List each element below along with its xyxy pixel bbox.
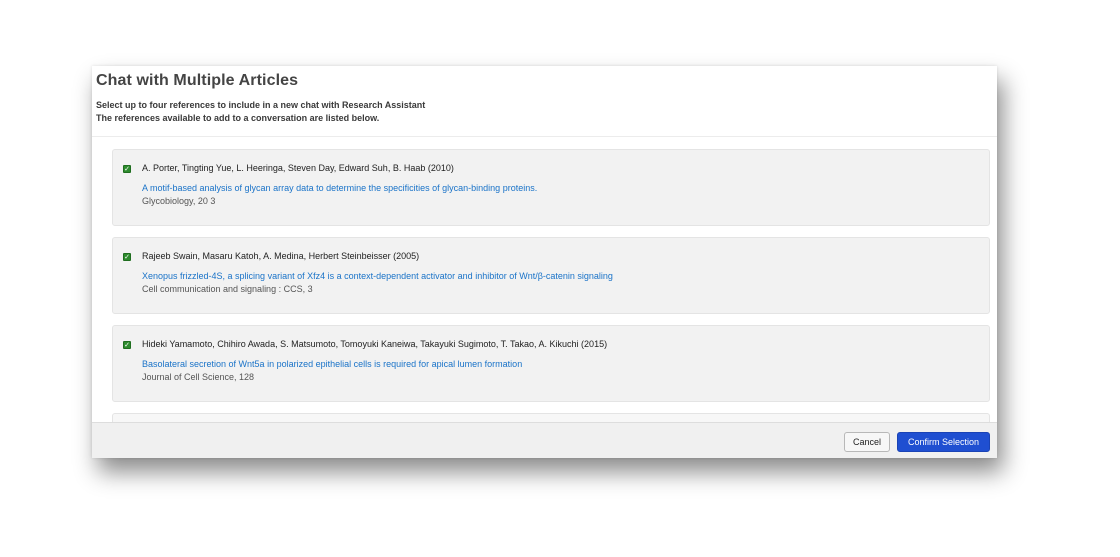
dialog-subtitle-line-1: Select up to four references to include … <box>96 100 426 110</box>
reference-card-partial <box>112 413 990 422</box>
reference-card: ✓ A. Porter, Tingting Yue, L. Heeringa, … <box>112 149 990 226</box>
chat-multiple-articles-dialog: Chat with Multiple Articles Select up to… <box>92 66 997 458</box>
reference-journal: Cell communication and signaling : CCS, … <box>142 284 313 294</box>
reference-authors: A. Porter, Tingting Yue, L. Heeringa, St… <box>142 163 454 173</box>
dialog-subtitle: Select up to four references to include … <box>96 99 425 125</box>
reference-title-link[interactable]: Xenopus frizzled-4S, a splicing variant … <box>142 271 613 281</box>
reference-checkbox[interactable]: ✓ <box>123 165 131 173</box>
screen: Chat with Multiple Articles Select up to… <box>0 0 1120 557</box>
reference-title-link[interactable]: A motif-based analysis of glycan array d… <box>142 183 537 193</box>
cancel-button[interactable]: Cancel <box>844 432 890 452</box>
reference-journal: Journal of Cell Science, 128 <box>142 372 255 382</box>
reference-card: ✓ Hideki Yamamoto, Chihiro Awada, S. Mat… <box>112 325 990 402</box>
checkmark-icon: ✓ <box>124 252 130 261</box>
dialog-footer: Cancel Confirm Selection <box>92 422 997 458</box>
reference-authors: Rajeeb Swain, Masaru Katoh, A. Medina, H… <box>142 251 420 261</box>
reference-checkbox[interactable]: ✓ <box>123 341 131 349</box>
reference-list[interactable]: ✓ A. Porter, Tingting Yue, L. Heeringa, … <box>92 137 997 422</box>
reference-card: ✓ Rajeeb Swain, Masaru Katoh, A. Medina,… <box>112 237 990 314</box>
reference-journal: Glycobiology, 20 3 <box>142 196 216 206</box>
reference-title-link[interactable]: Basolateral secretion of Wnt5a in polari… <box>142 359 522 369</box>
checkmark-icon: ✓ <box>124 164 130 173</box>
dialog-header: Chat with Multiple Articles Select up to… <box>92 66 997 137</box>
confirm-selection-button[interactable]: Confirm Selection <box>897 432 990 452</box>
reference-authors: Hideki Yamamoto, Chihiro Awada, S. Matsu… <box>142 339 608 349</box>
dialog-subtitle-line-2: The references available to add to a con… <box>96 113 380 123</box>
dialog-title: Chat with Multiple Articles <box>96 72 299 89</box>
checkmark-icon: ✓ <box>124 340 130 349</box>
reference-checkbox[interactable]: ✓ <box>123 253 131 261</box>
